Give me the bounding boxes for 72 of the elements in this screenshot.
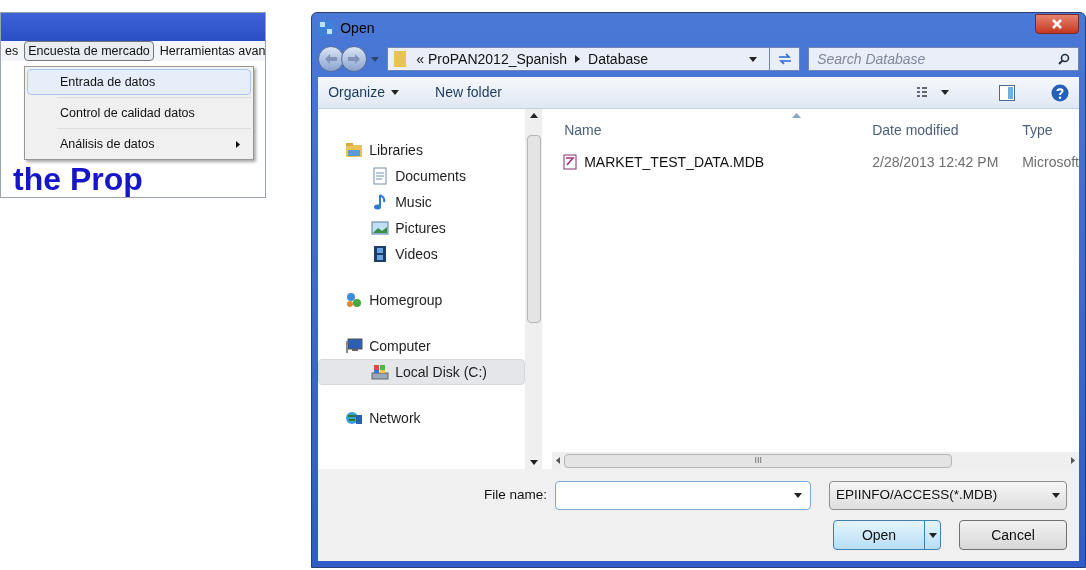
- window-title: Open: [340, 18, 375, 38]
- column-header[interactable]: Name: [552, 120, 873, 141]
- sort-arrow-icon: [792, 113, 802, 118]
- scrollbar-thumb[interactable]: III: [564, 453, 953, 468]
- nav-item[interactable]: Computer: [318, 333, 526, 359]
- scroll-right-icon: [1071, 457, 1075, 464]
- file-type: Microsoft: [1022, 152, 1079, 172]
- app-icon: [318, 20, 335, 36]
- back-button[interactable]: [318, 46, 345, 72]
- folder-icon: [345, 141, 364, 159]
- address-caret-icon: [749, 56, 758, 62]
- document-icon: [371, 167, 390, 185]
- breadcrumb[interactable]: ProPAN2012_Spanish: [428, 48, 568, 70]
- menu-item[interactable]: Análisis de datos: [27, 131, 251, 157]
- close-icon: [1052, 19, 1062, 29]
- file-name-field[interactable]: [555, 481, 811, 510]
- search-icon: [1058, 53, 1070, 65]
- view-button[interactable]: [917, 86, 949, 99]
- cancel-button[interactable]: Cancel: [959, 520, 1067, 550]
- column-header[interactable]: Date modified: [872, 120, 1023, 141]
- forward-button[interactable]: [341, 46, 368, 72]
- preview-pane-icon: [999, 84, 1015, 101]
- path-overflow[interactable]: «: [416, 48, 424, 70]
- new-folder-button[interactable]: New folder: [435, 82, 502, 103]
- picture-icon: [371, 219, 390, 237]
- nav-item[interactable]: Homegroup: [318, 287, 526, 313]
- menu-item[interactable]: Control de calidad datos: [27, 100, 251, 126]
- nav-item[interactable]: Documents: [318, 163, 526, 189]
- forward-arrow-icon: [348, 54, 361, 64]
- nav-item[interactable]: Network: [318, 405, 526, 431]
- scroll-left-icon: [556, 457, 561, 464]
- scroll-down-icon: [529, 460, 538, 465]
- back-arrow-icon: [325, 54, 338, 64]
- homegroup-icon: [345, 291, 364, 309]
- disk-drive-icon: [371, 363, 390, 381]
- menu-bar-item[interactable]: Herramientas avan: [155, 40, 266, 62]
- caret-icon: [391, 90, 399, 95]
- search-placeholder: Search Database: [817, 49, 927, 69]
- menu-item[interactable]: Entrada de datos: [27, 69, 251, 95]
- preview-pane-button[interactable]: [999, 84, 1015, 101]
- file-name-label: File name:: [483, 486, 547, 505]
- file-type-dropdown[interactable]: EPIINFO/ACCESS(*.MDB): [829, 481, 1067, 510]
- menu-bar-item[interactable]: Encuesta de mercado: [24, 40, 154, 62]
- file-date: 2/28/2013 12:42 PM: [872, 152, 1000, 172]
- close-button[interactable]: [1035, 14, 1079, 34]
- menu-bar-item[interactable]: es: [1, 40, 23, 62]
- caret-icon: [794, 493, 802, 498]
- column-header[interactable]: Type: [1022, 120, 1053, 141]
- refresh-icon: [777, 53, 792, 65]
- nav-item[interactable]: Local Disk (C:): [318, 359, 526, 385]
- help-button[interactable]: [1051, 83, 1069, 102]
- split-caret-icon: [928, 532, 937, 538]
- scrollbar-thumb[interactable]: [526, 135, 541, 323]
- file-name[interactable]: MARKET_TEST_DATA.MDB: [552, 151, 873, 173]
- open-button[interactable]: Open: [833, 520, 941, 550]
- database-file-icon: [562, 154, 579, 170]
- caret-icon: [1052, 493, 1060, 498]
- folder-icon: [392, 50, 409, 68]
- network-icon: [345, 409, 364, 427]
- nav-item[interactable]: Music: [318, 189, 526, 215]
- history-caret-icon: [371, 56, 380, 62]
- nav-item[interactable]: Pictures: [318, 215, 526, 241]
- path-separator-icon: [575, 55, 581, 63]
- computer-icon: [345, 337, 364, 355]
- nav-item[interactable]: Videos: [318, 241, 526, 267]
- scroll-up-icon: [529, 113, 538, 118]
- organize-button[interactable]: Organize: [328, 82, 399, 103]
- nav-item[interactable]: Libraries: [318, 137, 526, 163]
- breadcrumb[interactable]: Database: [588, 48, 648, 70]
- background-text: the Prop: [13, 163, 143, 195]
- address-bar[interactable]: « ProPAN2012_Spanish Database: [387, 47, 801, 71]
- caret-icon: [941, 90, 949, 95]
